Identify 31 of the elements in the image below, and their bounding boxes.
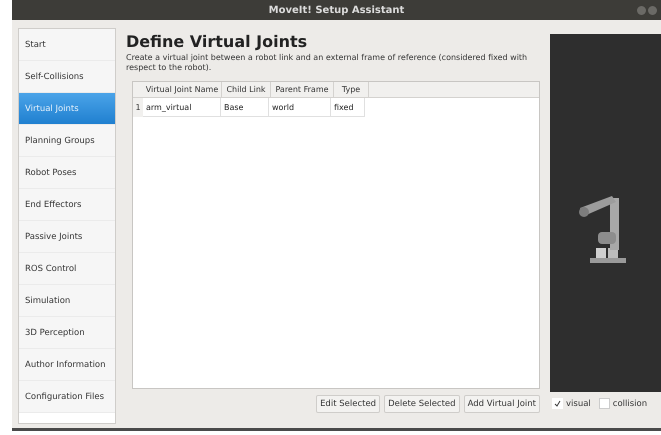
row-number: 1 xyxy=(133,98,143,117)
table-cell: fixed xyxy=(331,98,365,117)
sidebar-item[interactable]: Planning Groups xyxy=(19,125,115,157)
add-button[interactable]: Add Virtual Joint xyxy=(464,395,540,413)
table-cell: arm_virtual xyxy=(143,98,221,117)
sidebar-item[interactable]: Passive Joints xyxy=(19,221,115,253)
sidebar-item[interactable]: Configuration Files xyxy=(19,381,115,413)
sidebar-item[interactable]: Author Information xyxy=(19,349,115,381)
page-description: Create a virtual joint between a robot link and an external frame of reference (considered fixed with respect to the robot). xyxy=(126,53,528,73)
delete-button[interactable]: Delete Selected xyxy=(384,395,460,413)
viewer-checkbox[interactable]: collision xyxy=(598,398,648,409)
maximize-icon[interactable] xyxy=(648,6,657,15)
sidebar-item[interactable]: 3D Perception xyxy=(19,317,115,349)
sidebar-item[interactable]: Simulation xyxy=(19,285,115,317)
column-header[interactable]: Type xyxy=(334,82,369,97)
column-header[interactable]: Child Link xyxy=(222,82,271,97)
window-title: MoveIt! Setup Assistant xyxy=(268,4,404,16)
column-header[interactable]: Parent Frame xyxy=(271,82,334,97)
sidebar-item[interactable]: End Effectors xyxy=(19,189,115,221)
sidebar-item[interactable]: Start xyxy=(19,29,115,61)
minimize-icon[interactable] xyxy=(637,6,646,15)
check-icon xyxy=(554,400,561,407)
page-heading: Define Virtual Joints xyxy=(126,32,308,51)
viewer-checkbox[interactable]: visual xyxy=(552,398,591,409)
column-header[interactable]: Virtual Joint Name xyxy=(143,82,222,97)
sidebar-item[interactable]: Self-Collisions xyxy=(19,61,115,93)
sidebar-item[interactable]: ROS Control xyxy=(19,253,115,285)
table-cell: world xyxy=(269,98,331,117)
edit-button[interactable]: Edit Selected xyxy=(316,395,380,413)
sidebar-item[interactable]: Robot Poses xyxy=(19,157,115,189)
table-cell: Base xyxy=(221,98,269,117)
